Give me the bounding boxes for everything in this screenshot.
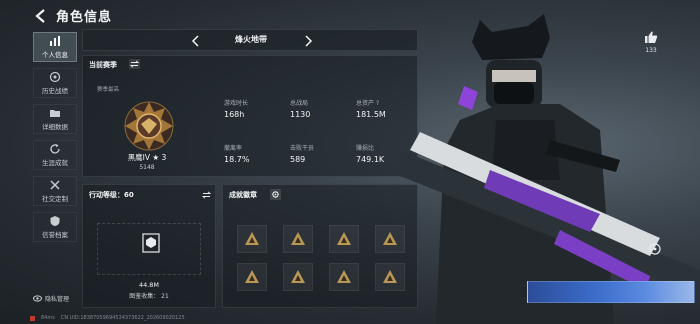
season-best-label: 赛季最高 [97, 87, 120, 93]
badge-icon [291, 232, 305, 245]
nav-label: 历史战绩 [42, 87, 68, 95]
promo-banner[interactable] [527, 281, 695, 303]
ping-value: 84ms [41, 315, 55, 321]
nav-credit[interactable]: 信誉档案 [33, 212, 77, 242]
nav-social[interactable]: 社交定制 [33, 176, 77, 206]
badge-panel: 成就徽章 [222, 184, 418, 308]
badge-slot[interactable] [283, 263, 313, 291]
network-indicator-icon [30, 315, 35, 321]
folder-icon [50, 110, 60, 117]
map-name: 烽火地带 [235, 35, 267, 44]
badge-icon [383, 270, 397, 283]
badge-icon [383, 232, 397, 245]
badge-slot[interactable] [237, 263, 267, 291]
nav-label: 个人信息 [42, 51, 68, 59]
rank-badge-icon [124, 101, 174, 151]
badge-slot[interactable] [237, 225, 267, 253]
stat-label: 游戏时长 [224, 100, 249, 107]
swap-icon[interactable] [201, 190, 212, 200]
badge-icon [337, 270, 351, 283]
chevron-right-icon[interactable] [301, 34, 315, 48]
season-panel: 当前赛季 赛季最高 黑鹰IV ★ 3 5148 游戏时长 168h 总战局 11… [82, 55, 418, 177]
stat-value: 1130 [290, 110, 311, 119]
gear-icon[interactable] [270, 189, 281, 200]
back-icon[interactable] [33, 8, 49, 24]
refresh-icon [50, 144, 60, 154]
nav-personal-info[interactable]: 个人信息 [33, 32, 77, 62]
stat-label: 赚损比 [356, 145, 375, 152]
badge-icon [337, 232, 351, 245]
swap-icon[interactable] [129, 59, 140, 69]
like-icon[interactable] [644, 30, 658, 44]
stat-value: 168h [224, 110, 245, 119]
badge-slot[interactable] [329, 225, 359, 253]
like-count: 133 [645, 47, 657, 54]
privacy-label: 隐私管理 [45, 296, 70, 303]
rotate-icon[interactable] [648, 242, 662, 256]
nav-details[interactable]: 详细数据 [33, 104, 77, 134]
nav-label: 社交定制 [42, 195, 68, 203]
nav-history[interactable]: 历史战绩 [33, 68, 77, 98]
badge-icon [245, 270, 259, 283]
badge-icon [245, 232, 259, 245]
stat-value: 749.1K [356, 155, 385, 164]
collection-frame[interactable] [97, 223, 201, 275]
rank-name: 黑鹰IV ★ 3 [127, 153, 167, 162]
badge-slot[interactable] [329, 263, 359, 291]
nav-label: 信誉档案 [42, 231, 68, 239]
collection-icon [142, 233, 160, 253]
target-icon [49, 71, 61, 83]
collection-amount: 44.8M [138, 281, 160, 289]
privacy-button[interactable]: 隐私管理 [33, 294, 69, 303]
badge-slot[interactable] [283, 225, 313, 253]
page-title: 角色信息 [56, 10, 113, 25]
rank-points: 5148 [139, 164, 155, 171]
level-label: 行动等级：60 [89, 191, 134, 199]
nav-label: 详细数据 [42, 123, 68, 131]
eye-icon [33, 295, 42, 302]
collection-label: 图鉴收集： 21 [129, 293, 169, 300]
nav-achievements[interactable]: 生涯成就 [33, 140, 77, 170]
tools-icon [50, 180, 60, 190]
stat-label: 撤离率 [224, 145, 243, 152]
badge-icon [291, 270, 305, 283]
footer-status: 84ms CN UID:18387059694534373622_2026090… [30, 315, 185, 321]
map-selector: 烽火地带 [82, 29, 418, 51]
bar-chart-icon [50, 36, 60, 46]
stat-label: 击败干员 [290, 145, 315, 152]
nav-label: 生涯成就 [42, 159, 68, 167]
stat-label[interactable]: 总资产 ? [356, 98, 379, 107]
stat-value: 181.5M [356, 110, 386, 119]
uid-text: CN UID:18387059694534373622_202609020125 [60, 315, 185, 321]
badge-heading: 成就徽章 [229, 191, 257, 199]
shield-icon [50, 216, 60, 226]
stat-value: 18.7% [224, 155, 250, 164]
stat-label: 总战局 [290, 100, 309, 107]
level-panel: 行动等级：60 44.8M 图鉴收集： 21 [82, 184, 216, 308]
season-heading: 当前赛季 [89, 61, 117, 69]
stat-value: 589 [290, 155, 306, 164]
